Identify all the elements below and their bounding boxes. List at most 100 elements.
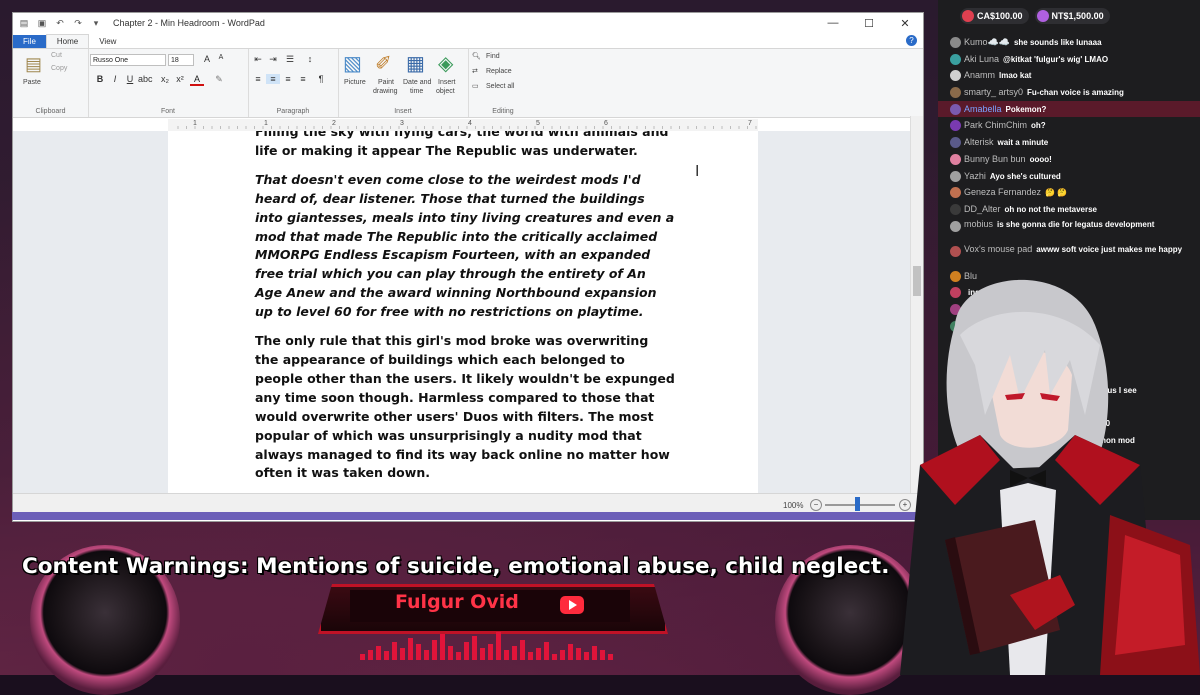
chat-avatar[interactable] bbox=[950, 153, 961, 165]
find-icon[interactable]: 🔍︎ bbox=[472, 52, 481, 60]
insert-object-icon[interactable]: ◈ bbox=[438, 51, 453, 76]
paste-icon[interactable]: ▤ bbox=[25, 54, 42, 75]
paint-drawing-icon[interactable]: ✐ bbox=[375, 51, 392, 76]
replace-button[interactable]: Replace bbox=[486, 68, 512, 75]
redo-icon[interactable]: ↷ bbox=[71, 16, 85, 30]
chat-avatar[interactable] bbox=[950, 103, 961, 115]
tab-view[interactable]: View bbox=[89, 35, 126, 48]
paint-drawing-label-line1[interactable]: Paint bbox=[378, 79, 394, 86]
picture-label[interactable]: Picture bbox=[344, 79, 366, 86]
date-time-label-line2[interactable]: time bbox=[410, 88, 423, 95]
chat-author[interactable]: Park ChimChim bbox=[964, 120, 1027, 130]
chat-avatar[interactable] bbox=[950, 70, 961, 82]
chat-author[interactable]: Amabella bbox=[964, 104, 1002, 114]
date-time-icon[interactable]: ▦ bbox=[406, 51, 425, 76]
strikethrough-icon[interactable]: abc bbox=[138, 74, 153, 84]
superscript-icon[interactable]: x² bbox=[173, 74, 187, 84]
chat-message[interactable]: Yazhi Ayo she's cultured bbox=[938, 168, 1200, 185]
picture-icon[interactable]: ▧ bbox=[343, 51, 362, 76]
customize-quick-access-icon[interactable]: ▾ bbox=[89, 16, 103, 30]
decrease-indent-icon[interactable]: ⇤ bbox=[251, 54, 265, 65]
donation-chip[interactable]: CA$100.00 bbox=[960, 8, 1029, 24]
zoom-out-button[interactable]: − bbox=[810, 499, 822, 511]
chat-message[interactable]: DD_Alter oh no not the metaverse bbox=[938, 201, 1200, 218]
chat-message[interactable]: Geneza Fernandez 🤔 🤔 bbox=[938, 184, 1200, 201]
chat-message[interactable]: Bunny Bun bun oooo! bbox=[938, 151, 1200, 168]
underline-button[interactable]: U bbox=[123, 74, 137, 84]
grow-font-icon[interactable]: A bbox=[200, 54, 214, 64]
chat-avatar[interactable] bbox=[950, 245, 961, 257]
align-left-icon[interactable]: ≡ bbox=[251, 74, 265, 84]
document-text[interactable]: Filling the sky with flying cars, the wo… bbox=[255, 131, 675, 493]
replace-icon[interactable]: ⇄ bbox=[472, 67, 478, 75]
chat-avatar[interactable] bbox=[950, 87, 961, 99]
font-family-select[interactable]: Russo One bbox=[90, 54, 166, 66]
chat-avatar[interactable] bbox=[950, 220, 961, 232]
subscript-icon[interactable]: x₂ bbox=[158, 74, 172, 84]
help-button[interactable]: ? bbox=[906, 35, 917, 46]
undo-icon[interactable]: ↶ bbox=[53, 16, 67, 30]
date-time-label-line1[interactable]: Date and bbox=[403, 79, 431, 86]
save-icon[interactable]: ▣ bbox=[35, 16, 49, 30]
paragraph-settings-icon[interactable]: ¶ bbox=[314, 74, 328, 84]
chat-author[interactable]: Vox's mouse pad bbox=[964, 244, 1032, 254]
italic-button[interactable]: I bbox=[108, 74, 122, 84]
chat-avatar[interactable] bbox=[950, 170, 961, 182]
document-area[interactable]: Filling the sky with flying cars, the wo… bbox=[13, 131, 923, 493]
select-all-icon[interactable]: ▭ bbox=[472, 82, 479, 90]
bullet-list-icon[interactable]: ☰ bbox=[283, 54, 297, 65]
font-size-select[interactable]: 18 bbox=[168, 54, 194, 66]
text-color-icon[interactable]: A bbox=[190, 74, 204, 86]
chat-author[interactable]: Geneza Fernandez bbox=[964, 187, 1041, 197]
close-button[interactable]: ✕ bbox=[887, 13, 923, 33]
chat-author[interactable]: Aki Luna bbox=[964, 54, 999, 64]
find-button[interactable]: Find bbox=[486, 53, 500, 60]
justify-icon[interactable]: ≡ bbox=[296, 74, 310, 84]
insert-object-label-line2[interactable]: object bbox=[436, 88, 455, 95]
chat-author[interactable]: smarty_ artsy0 bbox=[964, 87, 1023, 97]
chat-avatar[interactable] bbox=[950, 203, 961, 215]
chat-message[interactable]: Alterisk wait a minute bbox=[938, 134, 1200, 151]
cut-button[interactable]: Cut bbox=[51, 52, 62, 59]
tab-file[interactable]: File bbox=[13, 35, 46, 48]
donation-chip[interactable]: NT$1,500.00 bbox=[1034, 8, 1110, 24]
select-all-button[interactable]: Select all bbox=[486, 83, 514, 90]
paint-drawing-label-line2[interactable]: drawing bbox=[373, 88, 398, 95]
chat-avatar[interactable] bbox=[950, 53, 961, 65]
insert-object-label-line1[interactable]: Insert bbox=[438, 79, 456, 86]
tab-home[interactable]: Home bbox=[45, 34, 90, 48]
maximize-button[interactable]: ☐ bbox=[851, 13, 887, 33]
chat-avatar[interactable] bbox=[950, 120, 961, 132]
highlight-icon[interactable]: ✎ bbox=[212, 74, 226, 85]
bold-button[interactable]: B bbox=[93, 74, 107, 84]
document-page[interactable]: Filling the sky with flying cars, the wo… bbox=[168, 131, 758, 493]
align-right-icon[interactable]: ≡ bbox=[281, 74, 295, 84]
chat-author[interactable]: Bunny Bun bun bbox=[964, 154, 1026, 164]
increase-indent-icon[interactable]: ⇥ bbox=[266, 54, 280, 65]
document-paragraph[interactable]: Filling the sky with flying cars, the wo… bbox=[255, 131, 675, 161]
line-spacing-icon[interactable]: ↕ bbox=[303, 54, 317, 64]
chat-author[interactable]: DD_Alter bbox=[964, 204, 1001, 214]
chat-author[interactable]: mobius bbox=[964, 219, 993, 229]
chat-message[interactable]: Amabella Pokemon? bbox=[938, 100, 1200, 118]
shrink-font-icon[interactable]: A bbox=[214, 54, 228, 61]
align-center-icon[interactable]: ≡ bbox=[266, 74, 280, 84]
chat-message[interactable]: Kumo☁️☁️ she sounds like lunaaa bbox=[938, 34, 1200, 51]
chat-message[interactable]: mobius is she gonna die for legatus devel… bbox=[938, 218, 1200, 243]
copy-button[interactable]: Copy bbox=[51, 65, 67, 72]
chat-avatar[interactable] bbox=[950, 137, 961, 149]
paste-label[interactable]: Paste bbox=[23, 79, 41, 86]
chat-avatar[interactable] bbox=[950, 37, 961, 48]
chat-author[interactable]: Yazhi bbox=[964, 171, 986, 181]
chat-message[interactable]: Anamm lmao kat bbox=[938, 67, 1200, 84]
chat-author[interactable]: Alterisk bbox=[964, 137, 994, 147]
chat-avatar[interactable] bbox=[950, 187, 961, 199]
zoom-slider-thumb[interactable] bbox=[854, 497, 860, 511]
chat-message[interactable]: smarty_ artsy0 Fu-chan voice is amazing bbox=[938, 84, 1200, 101]
document-paragraph[interactable]: That doesn't even come close to the weir… bbox=[255, 171, 675, 322]
chat-message[interactable]: Aki Luna @kitkat 'fulgur's wig' LMAO bbox=[938, 51, 1200, 68]
chat-message[interactable]: Park ChimChim oh? bbox=[938, 117, 1200, 134]
chat-author[interactable]: Kumo☁️☁️ bbox=[964, 37, 1010, 47]
chat-author[interactable]: Anamm bbox=[964, 70, 995, 80]
document-paragraph[interactable]: The only rule that this girl's mod broke… bbox=[255, 332, 675, 483]
